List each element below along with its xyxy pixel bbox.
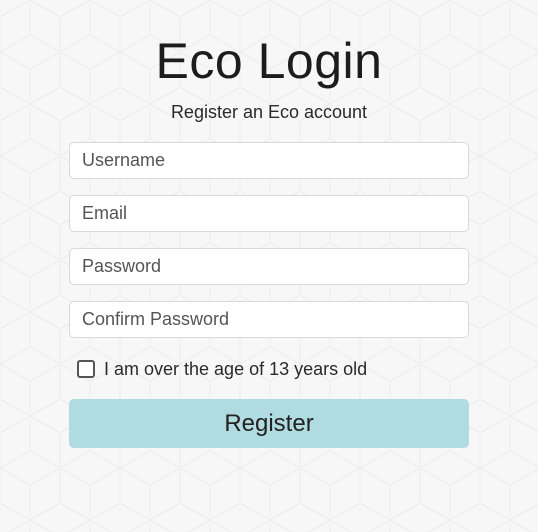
confirm-password-input[interactable] [69,301,469,338]
password-input[interactable] [69,248,469,285]
register-button[interactable]: Register [69,399,469,448]
page-title: Eco Login [155,33,383,89]
email-input[interactable] [69,195,469,232]
username-input[interactable] [69,142,469,179]
age-confirmation-row: I am over the age of 13 years old [77,357,367,381]
age-checkbox-label[interactable]: I am over the age of 13 years old [104,359,367,380]
page-subtitle: Register an Eco account [170,102,368,122]
age-checkbox[interactable] [77,360,95,378]
